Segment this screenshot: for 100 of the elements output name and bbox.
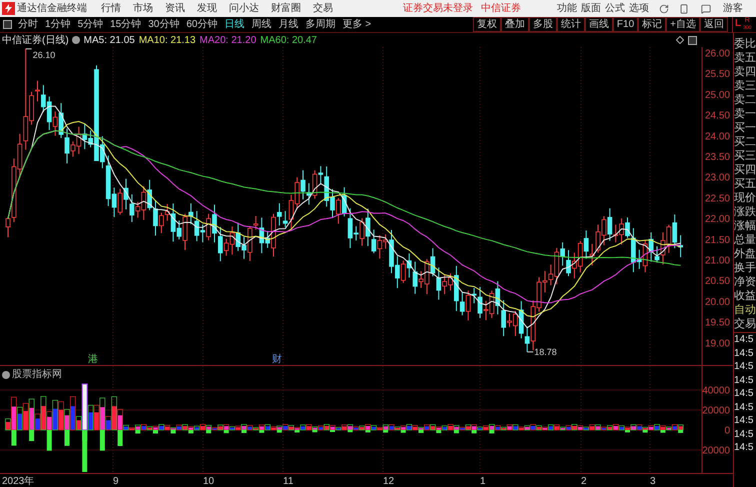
quote-field-label: 买二 [734, 135, 756, 149]
app-name: 通达信金融终端 [17, 2, 88, 16]
period-tab[interactable]: 5分钟 [78, 17, 104, 32]
refresh-icon[interactable] [659, 4, 669, 14]
quote-field-label: 卖二 [734, 93, 756, 107]
period-tab[interactable]: 1分钟 [45, 17, 71, 32]
period-tab[interactable]: 月线 [278, 17, 298, 32]
quote-field-label: 买四 [734, 163, 756, 177]
quote-field-label: 卖一 [734, 107, 756, 121]
indicator-title: 股票指标网 [12, 368, 62, 382]
period-tab[interactable]: 周线 [252, 17, 272, 32]
indicator-axis-label: 40000 [702, 386, 730, 396]
panel-toggle-icon[interactable] [688, 36, 697, 44]
trade-time: 14:5 [734, 346, 754, 360]
menu-item[interactable]: 发现 [197, 1, 217, 16]
quote-field-label: 涨跌 [734, 205, 756, 219]
trade-time: 14:5 [734, 360, 754, 374]
period-tab[interactable]: 60分钟 [186, 17, 218, 32]
quote-field-label: 买三 [734, 149, 756, 163]
price-axis-label: 19.00 [704, 338, 730, 350]
message-icon[interactable] [701, 4, 711, 14]
quote-field-label: 总量 [734, 233, 756, 247]
price-axis-label: 23.50 [704, 152, 730, 163]
tool-button[interactable]: 画线 [584, 17, 613, 32]
event-marker[interactable]: 财 [272, 354, 282, 365]
quote-field-label: 委比 [734, 37, 756, 51]
tool-button[interactable]: 返回 [700, 17, 728, 32]
trade-label: 交易 [734, 317, 756, 331]
quote-field-label: 净资 [734, 275, 756, 289]
low-price-label: 18.78 [534, 346, 557, 357]
trade-time: 14:5 [734, 387, 754, 400]
menu-item[interactable]: 市场 [133, 1, 153, 16]
menu-item[interactable]: 功能 [557, 1, 577, 16]
indicator-axis-label: 20000 [702, 406, 730, 416]
menu-item[interactable]: 选项 [629, 1, 649, 16]
price-axis-label: 26.00 [704, 48, 730, 60]
tool-button[interactable]: 统计 [556, 17, 585, 32]
date-axis-label: 3 [650, 475, 656, 487]
price-axis-label: 21.00 [704, 256, 730, 266]
period-tab[interactable]: 15分钟 [110, 17, 142, 32]
price-axis-label: 20.00 [704, 296, 730, 308]
period-tab[interactable]: 日线 [224, 17, 244, 32]
period-tab[interactable]: 分时 [18, 17, 38, 32]
moving-average-label: MA5: 21.05 [84, 34, 135, 48]
tool-button[interactable]: 标记 [638, 17, 666, 32]
tool-button[interactable]: 复权 [472, 17, 501, 32]
tool-button[interactable]: F10 [612, 17, 638, 32]
panel-mode-label[interactable]: L [735, 16, 742, 30]
price-axis-label: 20.50 [704, 276, 730, 288]
quote-field-label: 换手 [734, 261, 756, 275]
tool-button[interactable]: 多股 [528, 17, 557, 32]
tool-button[interactable]: 叠加 [500, 17, 529, 32]
menu-item[interactable]: 财富圈 [271, 1, 301, 16]
menu-item[interactable]: 问小达 [229, 1, 259, 16]
price-axis-label: 23.00 [704, 172, 730, 184]
period-tab[interactable]: 多周期 [306, 17, 336, 32]
menu-item[interactable]: 行情 [101, 1, 121, 16]
logo-icon [2, 2, 15, 15]
price-axis-label: 22.50 [704, 193, 730, 204]
moving-average-label: MA10: 21.13 [138, 34, 196, 48]
date-axis-label: 11 [283, 475, 294, 487]
trade-time: 14:5 [734, 400, 754, 414]
date-axis-label: 1 [480, 475, 486, 487]
price-axis-label: 19.50 [704, 318, 730, 329]
menu-item[interactable]: 资讯 [165, 1, 185, 16]
broker-name[interactable]: 中信证券 [481, 1, 521, 16]
period-tab[interactable]: 30分钟 [148, 17, 180, 32]
mode-label[interactable]: 自动 [734, 303, 756, 317]
trade-time: 14:5 [734, 428, 754, 441]
date-axis-label: 9 [113, 475, 119, 487]
trade-time: 14:5 [734, 333, 754, 346]
event-marker[interactable]: 港 [88, 354, 98, 365]
menu-item[interactable]: 版面 [581, 1, 601, 16]
quote-field-label: 收益 [734, 289, 756, 303]
login-status[interactable]: 证券交易未登录 [403, 1, 473, 16]
quote-field-label: 买五 [734, 177, 756, 191]
date-axis-label: 12 [383, 475, 394, 487]
date-axis-label: 2 [581, 475, 587, 487]
tool-button[interactable]: +自选 [666, 17, 700, 32]
trade-time: 14:5 [734, 441, 754, 454]
price-axis-label: 25.50 [704, 69, 730, 80]
leader-line [25, 48, 32, 50]
user-name[interactable]: 游客 [723, 1, 743, 16]
period-tab[interactable]: 更多 > [342, 17, 372, 32]
price-axis-label: 21.50 [704, 234, 730, 246]
menu-item[interactable]: 交易 [313, 1, 333, 16]
price-axis-label: 24.00 [704, 131, 730, 142]
phone-icon[interactable] [679, 4, 689, 14]
menu-item[interactable]: 公式 [605, 1, 625, 16]
date-axis-label: 10 [203, 475, 214, 487]
price-axis-label: 25.00 [704, 90, 730, 101]
chart-title: 中信证券(日线) [2, 34, 69, 48]
leader-line [526, 351, 534, 352]
panel-toggle-icon[interactable] [3, 20, 12, 29]
date-axis-label: 2023年 [2, 475, 34, 487]
price-axis-label: 24.50 [704, 110, 730, 122]
quote-field-label: 卖三 [734, 79, 756, 93]
trade-time: 14:5 [734, 414, 754, 428]
trade-time: 14:5 [734, 374, 754, 387]
quote-field-label: 买一 [734, 121, 756, 135]
